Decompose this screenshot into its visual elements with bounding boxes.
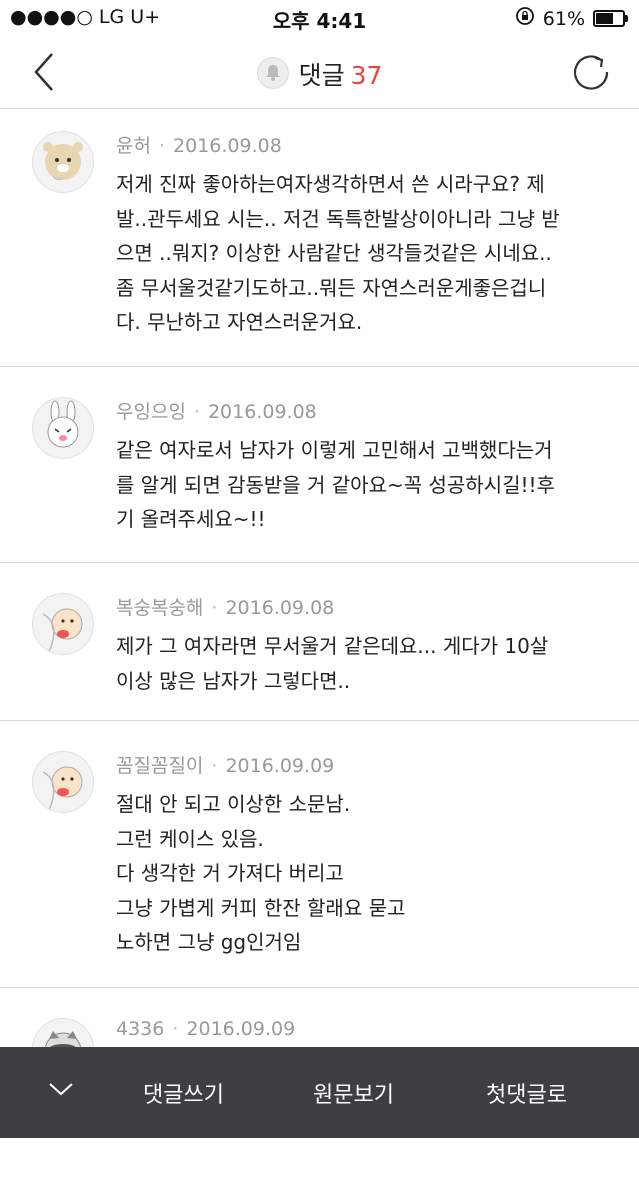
comment-item: 꼼질꼼질이 · 2016.09.09 절대 안 되고 이상한 소문남. 그런 케이스… xyxy=(0,721,639,988)
comment-line: 기 올려주세요~!! xyxy=(116,507,266,531)
write-comment-button[interactable]: 댓글쓰기 xyxy=(143,1077,224,1109)
comment-line: 으면 ..뭐지? 이상한 사람같단 생각들것같은 시네요.. xyxy=(116,241,552,265)
comment-count: 37 xyxy=(350,61,383,90)
comment-meta: 윤허 · 2016.09.08 xyxy=(116,135,282,157)
comment-item: 윤허 · 2016.09.08 저게 진짜 좋아하는여자생각하면서 쓴 시라구요? … xyxy=(0,109,639,367)
comment-line: 그런 케이스 있음. xyxy=(116,826,264,851)
comment-line: 저게 진짜 좋아하는여자생각하면서 쓴 시라구요? 제 xyxy=(116,172,545,196)
comment-meta: 우잉으잉 · 2016.09.08 xyxy=(116,401,317,423)
comment-author: 우잉으잉 xyxy=(116,401,186,423)
battery-fill xyxy=(596,13,614,24)
comment-meta: 꼼질꼼질이 · 2016.09.09 xyxy=(116,755,335,777)
status-bar: ●●●●○ LG U+ 오후 4:41 61% xyxy=(0,0,639,36)
comment-author: 4336 xyxy=(116,1018,165,1040)
status-right: 61% xyxy=(515,6,628,31)
comment-body: 같은 여자로서 남자가 이렇게 고민해서 고백했다는거 를 알게 되면 감동받을… xyxy=(116,433,616,537)
comment-list: 윤허 · 2016.09.08 저게 진짜 좋아하는여자생각하면서 쓴 시라구요? … xyxy=(0,109,639,1188)
comment-line: 다. 무난하고 자연스러운거요. xyxy=(116,310,363,334)
view-original-button[interactable]: 원문보기 xyxy=(313,1077,394,1109)
comment-item: 우잉으잉 · 2016.09.08 같은 여자로서 남자가 이렇게 고민해서 고백했… xyxy=(0,367,639,563)
nav-bar: 댓글 37 xyxy=(0,36,639,109)
comment-body: 저게 진짜 좋아하는여자생각하면서 쓴 시라구요? 제 발..관두세요 시는..… xyxy=(116,167,616,340)
refresh-icon[interactable] xyxy=(571,52,611,92)
comment-meta: 4336 · 2016.09.09 xyxy=(116,1018,296,1040)
comment-author: 복숭복숭해 xyxy=(116,597,204,619)
comment-line: 절대 안 되고 이상한 소문남. xyxy=(116,792,351,816)
comment-line: 노하면 그냥 gg인거임 xyxy=(116,930,302,954)
comment-line: 제가 그 여자라면 무서울거 같은데요... 게다가 10살 xyxy=(116,634,549,658)
battery-icon xyxy=(593,10,628,27)
comment-line: 발..관두세요 시는.. 저건 독특한발상이아니라 그냥 받 xyxy=(116,206,560,231)
bell-icon[interactable] xyxy=(256,57,289,89)
comment-line: 같은 여자로서 남자가 이렇게 고민해서 고백했다는거 xyxy=(116,438,553,462)
avatar-peach[interactable] xyxy=(32,751,94,813)
comment-author: 꼼질꼼질이 xyxy=(116,755,204,777)
comment-author: 윤허 xyxy=(116,135,151,157)
comment-meta: 복숭복숭해 · 2016.09.08 xyxy=(116,597,335,619)
avatar-rabbit[interactable] xyxy=(32,397,94,459)
comment-date: 2016.09.09 xyxy=(225,755,335,777)
bottom-toolbar: 댓글쓰기 원문보기 첫댓글로 xyxy=(0,1047,639,1138)
rotation-lock-icon xyxy=(515,6,535,31)
title-text: 댓글 xyxy=(298,61,345,90)
page-title: 댓글 37 xyxy=(0,56,639,92)
comment-date: 2016.09.09 xyxy=(186,1018,296,1040)
comment-date: 2016.09.08 xyxy=(207,401,317,423)
comment-line: 좀 무서울것같기도하고..뭐든 자연스러운게좋은겁니 xyxy=(116,275,547,300)
comment-line: 이상 많은 남자가 그렇다면.. xyxy=(116,668,351,693)
first-comment-button[interactable]: 첫댓글로 xyxy=(486,1077,567,1109)
comment-date: 2016.09.08 xyxy=(173,135,282,157)
comment-item: 복숭복숭해 · 2016.09.08 제가 그 여자라면 무서울거 같은데요... … xyxy=(0,563,639,721)
comment-body: 제가 그 여자라면 무서울거 같은데요... 게다가 10살 이상 많은 남자가… xyxy=(116,629,616,698)
comment-date: 2016.09.08 xyxy=(225,597,335,619)
collapse-chevron-icon[interactable] xyxy=(48,1081,74,1097)
avatar-peach[interactable] xyxy=(32,593,94,655)
battery-percent: 61% xyxy=(542,7,585,30)
comment-line: 를 알게 되면 감동받을 거 같아요~꼭 성공하시길!!후 xyxy=(116,472,555,497)
avatar-ryan[interactable] xyxy=(32,131,94,193)
comment-body: 절대 안 되고 이상한 소문남. 그런 케이스 있음. 다 생각한 거 가져다 … xyxy=(116,787,616,960)
comment-line: 다 생각한 거 가져다 버리고 xyxy=(116,861,344,885)
comment-line: 그냥 가볍게 커피 한잔 할래요 묻고 xyxy=(116,895,406,920)
